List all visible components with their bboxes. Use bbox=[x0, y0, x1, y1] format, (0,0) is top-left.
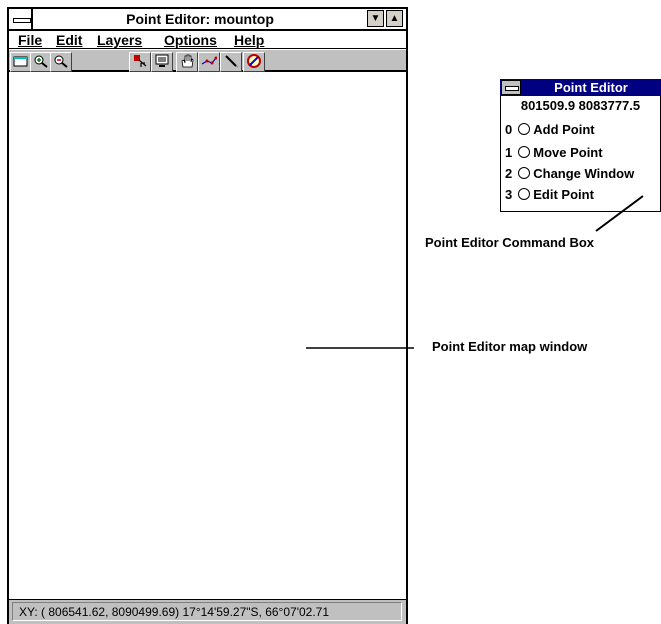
callout-lines bbox=[306, 195, 644, 349]
command-box-caption: Point Editor Command Box bbox=[425, 235, 594, 250]
map-window-caption: Point Editor map window bbox=[432, 339, 588, 354]
command-box-callout-line bbox=[595, 195, 644, 232]
